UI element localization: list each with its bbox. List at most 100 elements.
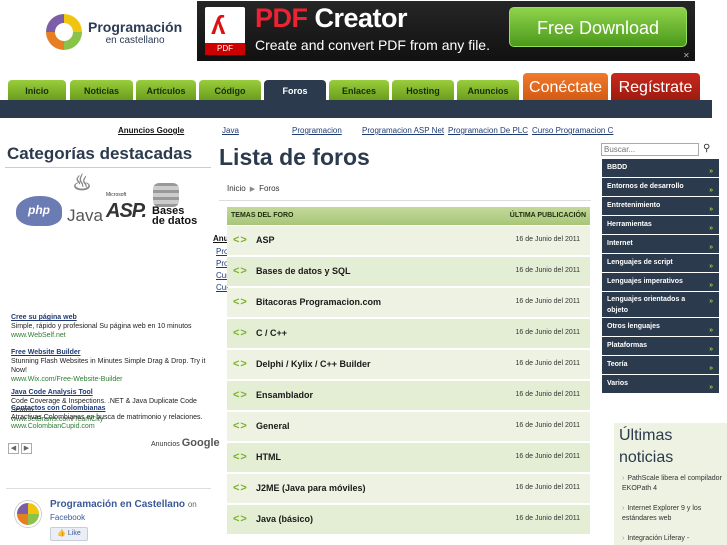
- forum-arrow-icon: <>: [233, 234, 248, 246]
- search-input[interactable]: [601, 143, 699, 156]
- forum-row[interactable]: <> J2ME (Java para móviles) 16 de Junio de…: [227, 474, 590, 504]
- forum-name[interactable]: Ensamblador: [256, 390, 313, 400]
- search-icon[interactable]: ⚲: [703, 143, 710, 154]
- forum-last-post-date: 16 de Junio del 2011: [515, 329, 580, 336]
- forum-name[interactable]: Delphi / Kylix / C++ Builder: [256, 359, 371, 369]
- chevron-down-icon[interactable]: »: [709, 379, 713, 397]
- tab-anuncios[interactable]: Anuncios: [457, 80, 519, 100]
- category-item[interactable]: BBDD»: [602, 159, 719, 178]
- pdf-icon: ʎ PDF: [205, 7, 245, 55]
- category-item[interactable]: Plataformas»: [602, 337, 719, 356]
- category-item[interactable]: Herramientas»: [602, 216, 719, 235]
- category-item[interactable]: Lenguajes de script»: [602, 254, 719, 273]
- chevron-down-icon[interactable]: »: [709, 296, 713, 307]
- forum-arrow-icon: <>: [233, 265, 248, 277]
- text-ad[interactable]: Free Website Builder Stunning Flash Webs…: [11, 348, 216, 384]
- ad-info-icon[interactable]: ✕: [683, 51, 693, 61]
- next-icon[interactable]: ▶: [21, 443, 32, 454]
- forum-row[interactable]: <> Java (básico) 16 de Junio del 2011: [227, 505, 590, 535]
- news-item[interactable]: PathScale libera el compilador EKOPath 4: [622, 474, 722, 494]
- ad-link-asp-net[interactable]: Programacion ASP Net: [362, 126, 444, 135]
- forum-name[interactable]: Java (básico): [256, 514, 313, 524]
- connect-button[interactable]: Conéctate: [523, 73, 608, 100]
- logo-icon: [46, 14, 82, 50]
- chevron-right-icon: ▶: [249, 186, 256, 193]
- forum-row[interactable]: <> HTML 16 de Junio del 2011: [227, 443, 590, 473]
- ad-link-plc[interactable]: Programacion De PLC: [448, 126, 528, 135]
- forum-name[interactable]: C / C++: [256, 328, 287, 338]
- facebook-page-avatar[interactable]: [15, 501, 41, 527]
- databases-logo[interactable]: Bases de datos: [152, 206, 197, 227]
- page-title: Lista de foros: [219, 144, 370, 170]
- category-label: Varios: [607, 380, 629, 387]
- category-item[interactable]: Entretenimiento»: [602, 197, 719, 216]
- facebook-widget: Programación en Castellano on Facebook 👍…: [6, 488, 211, 545]
- ads-by-google[interactable]: Anuncios Google: [151, 437, 220, 449]
- forum-name[interactable]: Bitacoras Programacion.com: [256, 297, 381, 307]
- ad-link-java[interactable]: Java: [222, 126, 239, 135]
- tab-codigo[interactable]: Código: [199, 80, 261, 100]
- tab-articulos[interactable]: Artículos: [136, 80, 196, 100]
- facebook-like-button[interactable]: 👍 Like: [50, 527, 88, 541]
- forum-arrow-icon: <>: [233, 420, 248, 432]
- forum-arrow-icon: <>: [233, 482, 248, 494]
- news-item[interactable]: Integración Liferay -: [622, 534, 722, 544]
- ad-links-label[interactable]: Anuncios Google: [118, 126, 184, 135]
- ad-link-programacion[interactable]: Programacion: [292, 126, 342, 135]
- database-icon[interactable]: [153, 183, 179, 207]
- category-label: Lenguajes orientados a objeto: [607, 296, 686, 314]
- forum-row[interactable]: <> General 16 de Junio del 2011: [227, 412, 590, 442]
- tab-enlaces[interactable]: Enlaces: [329, 80, 389, 100]
- forum-row[interactable]: <> Bases de datos y SQL 16 de Junio del 20…: [227, 257, 590, 287]
- forum-row[interactable]: <> ASP 16 de Junio del 2011: [227, 226, 590, 256]
- category-item[interactable]: Teoría»: [602, 356, 719, 375]
- forum-row[interactable]: <> Ensamblador 16 de Junio del 2011: [227, 381, 590, 411]
- asp-logo[interactable]: Microsoft ASP.: [106, 192, 147, 223]
- ad-link-curso-c[interactable]: Curso Programacion C: [532, 126, 613, 135]
- register-button[interactable]: Regístrate: [611, 73, 700, 100]
- category-label: Entornos de desarrollo: [607, 183, 684, 190]
- category-item[interactable]: Entornos de desarrollo»: [602, 178, 719, 197]
- banner-tagline: Create and convert PDF from any file.: [255, 37, 490, 53]
- forum-row[interactable]: <> Delphi / Kylix / C++ Builder 16 de Juni…: [227, 350, 590, 380]
- prev-icon[interactable]: ◀: [8, 443, 19, 454]
- forum-name[interactable]: Bases de datos y SQL: [256, 266, 351, 276]
- logo-title: Programación: [88, 18, 183, 35]
- text-ad[interactable]: Contactos con Colombianas Atractivas Col…: [11, 404, 216, 431]
- text-ad[interactable]: Cree su página web Simple, rápido y prof…: [11, 313, 216, 340]
- tab-hosting[interactable]: Hosting: [392, 80, 454, 100]
- facebook-page-title[interactable]: Programación en Castellano on: [50, 499, 197, 510]
- forum-name[interactable]: HTML: [256, 452, 281, 462]
- java-logo[interactable]: Java: [67, 206, 103, 226]
- latest-news-title: Últimas noticias: [619, 427, 674, 466]
- category-item[interactable]: Lenguajes imperativos»: [602, 273, 719, 292]
- divider: [219, 200, 591, 201]
- tab-inicio[interactable]: Inicio: [8, 80, 66, 100]
- tab-noticias[interactable]: Noticias: [70, 80, 133, 100]
- site-logo[interactable]: Programación en castellano: [46, 8, 196, 56]
- news-item[interactable]: Internet Explorer 9 y los estándares web: [622, 504, 722, 524]
- banner-brand: PDF Creator: [255, 3, 408, 33]
- category-label: Teoría: [607, 361, 628, 368]
- forum-name[interactable]: J2ME (Java para móviles): [256, 483, 366, 493]
- banner-ad[interactable]: ʎ PDF PDF Creator Create and convert PDF…: [197, 1, 695, 61]
- forum-row[interactable]: <> C / C++ 16 de Junio del 2011: [227, 319, 590, 349]
- tab-foros[interactable]: Foros: [264, 80, 326, 100]
- forum-last-post-date: 16 de Junio del 2011: [515, 360, 580, 367]
- facebook-label[interactable]: Facebook: [50, 513, 85, 522]
- divider: [5, 167, 211, 168]
- category-item[interactable]: Varios »: [602, 375, 719, 394]
- forum-row[interactable]: <> Bitacoras Programacion.com 16 de Junio …: [227, 288, 590, 318]
- java-cup-icon[interactable]: ♨: [72, 170, 92, 196]
- category-item[interactable]: Otros lenguajes»: [602, 318, 719, 337]
- category-label: Lenguajes imperativos: [607, 278, 683, 285]
- forum-name[interactable]: ASP: [256, 235, 275, 245]
- forum-arrow-icon: <>: [233, 389, 248, 401]
- free-download-button[interactable]: Free Download: [509, 7, 687, 47]
- category-label: Lenguajes de script: [607, 259, 673, 266]
- category-item[interactable]: Internet»: [602, 235, 719, 254]
- breadcrumb-home[interactable]: Inicio: [227, 184, 246, 193]
- php-logo[interactable]: php: [16, 196, 62, 226]
- category-item[interactable]: Lenguajes orientados a objeto »: [602, 292, 719, 318]
- forum-name[interactable]: General: [256, 421, 290, 431]
